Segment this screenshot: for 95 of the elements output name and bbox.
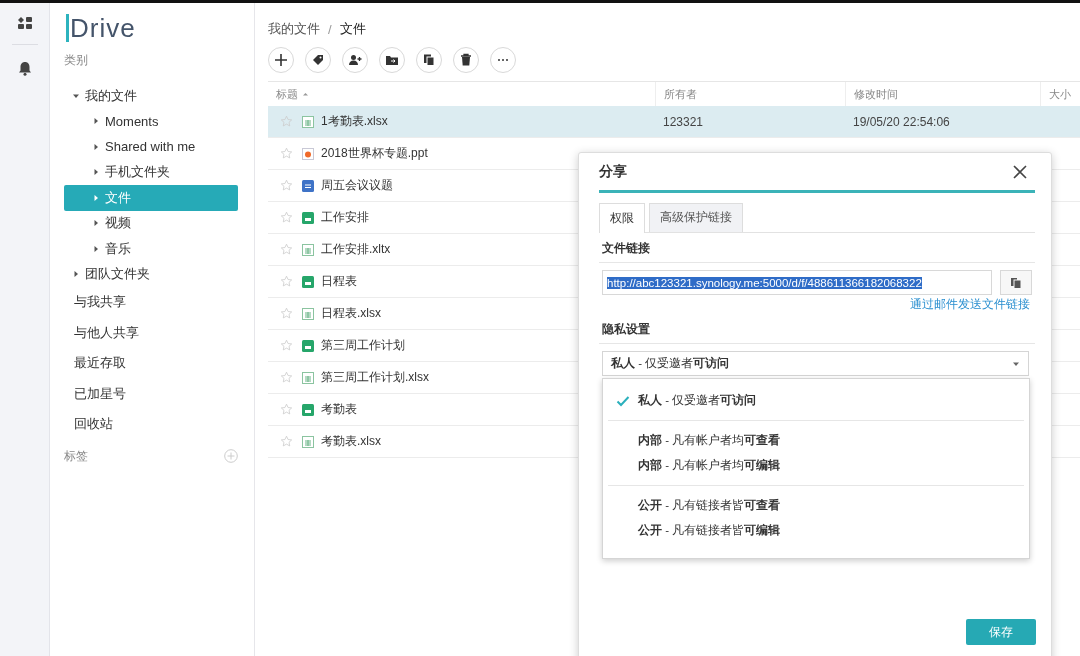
spreadsheet-file-icon bbox=[301, 114, 315, 129]
trash-icon bbox=[459, 53, 473, 67]
privacy-dropdown[interactable]: 私人 - 仅受邀者可访问 bbox=[602, 351, 1029, 376]
section-label: 标签 bbox=[64, 447, 88, 465]
sidebar-item[interactable]: 与我共享 bbox=[64, 287, 238, 318]
file-name: 日程表.xlsx bbox=[321, 305, 381, 322]
sidebar-item[interactable]: 视频 bbox=[64, 210, 238, 236]
menu-option[interactable]: 内部 - 凡有帐户者均可查看 bbox=[608, 428, 1024, 453]
modified-cell: 19/05/20 22:54:06 bbox=[853, 114, 950, 129]
close-button[interactable] bbox=[1013, 164, 1027, 179]
sidebar-item[interactable]: Moments bbox=[64, 108, 238, 134]
caret-right-icon[interactable] bbox=[92, 142, 100, 151]
add-user-button[interactable] bbox=[342, 47, 368, 73]
menu-option[interactable]: 私人 - 仅受邀者可访问 bbox=[608, 388, 1024, 413]
document-file-icon bbox=[301, 178, 315, 193]
caret-right-icon[interactable] bbox=[72, 270, 80, 279]
add-user-icon bbox=[348, 53, 362, 67]
file-name: 周五会议议题 bbox=[321, 177, 393, 194]
caret-down-icon bbox=[1012, 360, 1020, 367]
sidebar-item[interactable]: 音乐 bbox=[64, 236, 238, 262]
file-name: 第三周工作计划.xlsx bbox=[321, 369, 429, 386]
spreadsheet-file-icon bbox=[301, 338, 315, 353]
sidebar-item[interactable]: 我的文件 bbox=[64, 83, 238, 109]
menu-option[interactable]: 公开 - 凡有链接者皆可编辑 bbox=[608, 518, 1024, 543]
section-label: 类别 bbox=[64, 52, 88, 69]
tab[interactable]: 权限 bbox=[599, 203, 645, 233]
sidebar-item[interactable]: 手机文件夹 bbox=[64, 159, 238, 185]
file-name: 1考勤表.xlsx bbox=[321, 113, 388, 130]
folder-button[interactable] bbox=[379, 47, 405, 73]
sidebar-item[interactable]: 最近存取 bbox=[64, 348, 238, 379]
tag-icon bbox=[311, 53, 325, 67]
tag-button[interactable] bbox=[305, 47, 331, 73]
menu-option[interactable]: 内部 - 凡有帐户者均可编辑 bbox=[608, 453, 1024, 478]
spreadsheet-file-icon bbox=[301, 210, 315, 225]
email-link[interactable]: 通过邮件发送文件链接 bbox=[910, 297, 1030, 312]
spreadsheet-file-icon bbox=[301, 434, 315, 449]
column-header[interactable]: 大小 bbox=[1049, 86, 1071, 102]
presentation-file-icon bbox=[301, 146, 315, 161]
add-button[interactable] bbox=[268, 47, 294, 73]
copy-icon bbox=[1010, 276, 1022, 289]
star-icon[interactable] bbox=[280, 179, 293, 192]
star-icon[interactable] bbox=[280, 307, 293, 320]
caret-right-icon[interactable] bbox=[92, 168, 100, 177]
file-name: 日程表 bbox=[321, 273, 357, 290]
caret-right-icon[interactable] bbox=[92, 219, 100, 228]
column-header[interactable]: 所有者 bbox=[664, 86, 697, 102]
tab[interactable]: 高级保护链接 bbox=[649, 203, 743, 232]
star-icon[interactable] bbox=[280, 147, 293, 160]
star-icon[interactable] bbox=[280, 403, 293, 416]
sidebar-item[interactable]: Shared with me bbox=[64, 134, 238, 160]
menu-option[interactable]: 公开 - 凡有链接者皆可查看 bbox=[608, 493, 1024, 518]
breadcrumb-separator: / bbox=[328, 21, 332, 37]
spreadsheet-file-icon bbox=[301, 274, 315, 289]
star-icon[interactable] bbox=[280, 243, 293, 256]
file-name: 第三周工作计划 bbox=[321, 337, 405, 354]
breadcrumb-link[interactable]: 文件 bbox=[339, 20, 366, 38]
spreadsheet-file-icon bbox=[301, 370, 315, 385]
file-row[interactable]: 1考勤表.xlsx 123321 19/05/20 22:54:06 bbox=[268, 106, 1080, 138]
file-name: 工作安排 bbox=[321, 209, 369, 226]
section-label: 隐私设置 bbox=[599, 314, 1035, 344]
folder-icon bbox=[385, 53, 399, 67]
add-icon bbox=[274, 53, 288, 67]
sidebar-item[interactable]: 与他人共享 bbox=[64, 317, 238, 348]
copy-button[interactable] bbox=[1000, 270, 1032, 295]
column-header[interactable]: 修改时间 bbox=[854, 86, 898, 102]
star-icon[interactable] bbox=[280, 339, 293, 352]
spreadsheet-file-icon bbox=[301, 242, 315, 257]
check-icon bbox=[616, 394, 630, 407]
star-icon[interactable] bbox=[280, 115, 293, 128]
breadcrumb-link[interactable]: 我的文件 bbox=[268, 20, 320, 38]
bell-icon[interactable] bbox=[17, 61, 32, 76]
star-icon[interactable] bbox=[280, 275, 293, 288]
caret-right-icon[interactable] bbox=[92, 117, 100, 126]
star-icon[interactable] bbox=[280, 371, 293, 384]
sidebar-item[interactable]: 回收站 bbox=[64, 409, 238, 440]
apps-grid-icon[interactable] bbox=[16, 16, 33, 30]
file-name: 2018世界杯专题.ppt bbox=[321, 145, 428, 162]
star-icon[interactable] bbox=[280, 211, 293, 224]
sidebar-item[interactable]: 已加星号 bbox=[64, 378, 238, 409]
spreadsheet-file-icon bbox=[301, 402, 315, 417]
column-header[interactable]: 标题 bbox=[276, 86, 298, 102]
caret-right-icon[interactable] bbox=[92, 244, 100, 253]
section-label: 文件链接 bbox=[599, 233, 1035, 263]
link-field[interactable]: http://abc123321.synology.me:5000/d/f/488611366182068322 bbox=[602, 270, 992, 295]
sidebar-item[interactable]: 团队文件夹 bbox=[64, 261, 238, 287]
file-name: 考勤表 bbox=[321, 401, 357, 418]
trash-button[interactable] bbox=[453, 47, 479, 73]
owner-cell: 123321 bbox=[663, 114, 704, 129]
copy-button[interactable] bbox=[416, 47, 442, 73]
file-name: 工作安排.xltx bbox=[321, 241, 391, 258]
spreadsheet-file-icon bbox=[301, 306, 315, 321]
file-name: 考勤表.xlsx bbox=[321, 433, 381, 450]
star-icon[interactable] bbox=[280, 435, 293, 448]
copy-icon bbox=[422, 53, 436, 67]
app-logo: Drive bbox=[66, 14, 136, 42]
